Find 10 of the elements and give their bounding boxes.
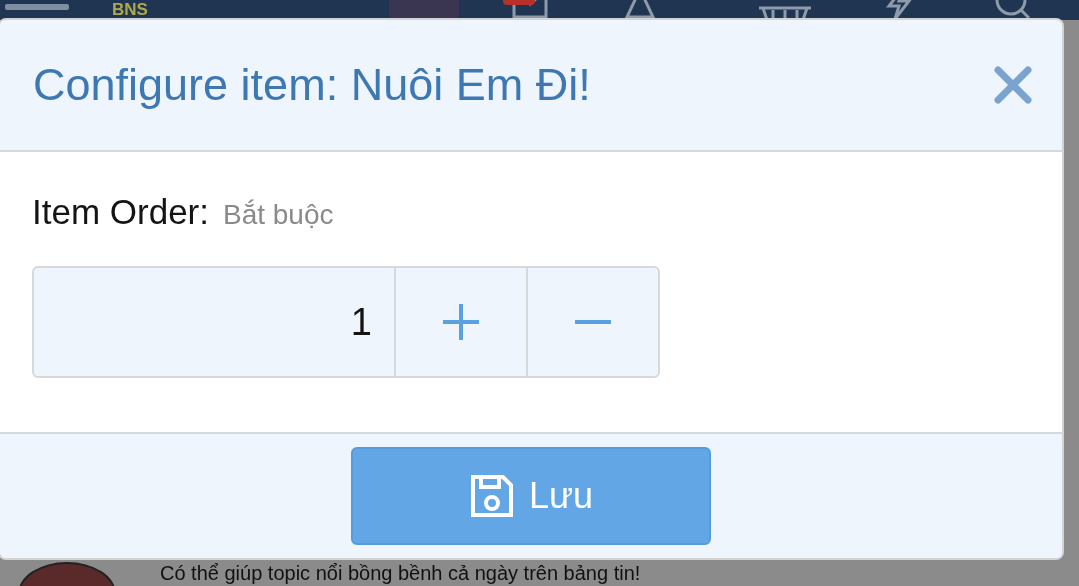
message-text: Có thể giúp topic nổi bồng bềnh cả ngày trên bảng tin! [160,561,641,585]
field-label: Item Order: [32,192,209,232]
save-button[interactable]: Lưu [351,447,711,545]
input-field[interactable]: 1 [34,268,394,376]
required-hint: Bắt buộc [223,199,334,231]
plus-icon [443,304,479,340]
notification-badge [503,0,535,5]
minus-icon [575,320,611,324]
dialog-title: Configure item: Nuôi Em Đi! [33,59,591,111]
site-logo[interactable]: BNS [112,1,148,19]
